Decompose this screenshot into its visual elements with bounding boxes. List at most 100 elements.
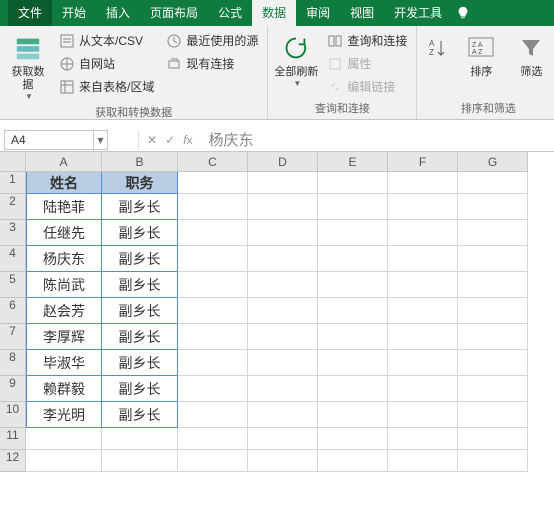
cell[interactable]	[458, 376, 528, 402]
cell[interactable]	[388, 350, 458, 376]
cell[interactable]	[458, 172, 528, 194]
cell[interactable]	[178, 376, 248, 402]
cell[interactable]	[178, 428, 248, 450]
sort-asc-button[interactable]: AZ	[423, 30, 453, 64]
cell[interactable]	[388, 376, 458, 402]
cell[interactable]	[26, 450, 102, 472]
cell[interactable]	[248, 194, 318, 220]
cell[interactable]	[26, 428, 102, 450]
cell[interactable]: 赵会芳	[26, 298, 102, 324]
row-header[interactable]: 12	[0, 450, 26, 472]
cell[interactable]: 副乡长	[102, 350, 178, 376]
col-header-G[interactable]: G	[458, 152, 528, 172]
enter-formula-icon[interactable]: ✓	[165, 133, 175, 147]
cell[interactable]	[388, 220, 458, 246]
cell[interactable]	[388, 402, 458, 428]
cell[interactable]	[248, 172, 318, 194]
cell[interactable]: 陆艳菲	[26, 194, 102, 220]
name-box-dropdown[interactable]: ▾	[94, 130, 108, 150]
row-header[interactable]: 2	[0, 194, 26, 220]
row-header[interactable]: 5	[0, 272, 26, 298]
cell[interactable]: 任继先	[26, 220, 102, 246]
cell[interactable]	[248, 272, 318, 298]
cell[interactable]	[318, 272, 388, 298]
cell[interactable]	[178, 220, 248, 246]
cell[interactable]	[318, 220, 388, 246]
row-header[interactable]: 7	[0, 324, 26, 350]
row-header[interactable]: 4	[0, 246, 26, 272]
tab-view[interactable]: 视图	[340, 0, 384, 26]
cell[interactable]	[178, 246, 248, 272]
cell[interactable]	[248, 220, 318, 246]
select-all-corner[interactable]	[0, 152, 26, 172]
cell[interactable]	[388, 450, 458, 472]
row-header[interactable]: 8	[0, 350, 26, 376]
col-header-C[interactable]: C	[178, 152, 248, 172]
cell[interactable]	[248, 428, 318, 450]
cell[interactable]: 毕淑华	[26, 350, 102, 376]
cell[interactable]	[178, 402, 248, 428]
row-header[interactable]: 9	[0, 376, 26, 402]
tab-file[interactable]: 文件	[8, 0, 52, 26]
row-header[interactable]: 11	[0, 428, 26, 450]
name-box[interactable]: A4	[4, 130, 94, 150]
cell[interactable]	[248, 402, 318, 428]
cell[interactable]	[318, 324, 388, 350]
col-header-E[interactable]: E	[318, 152, 388, 172]
formula-input[interactable]: 杨庆东	[200, 129, 554, 150]
tab-home[interactable]: 开始	[52, 0, 96, 26]
cell[interactable]	[178, 194, 248, 220]
cell[interactable]	[318, 350, 388, 376]
cell[interactable]: 副乡长	[102, 324, 178, 350]
tab-formulas[interactable]: 公式	[208, 0, 252, 26]
tab-dev[interactable]: 开发工具	[384, 0, 452, 26]
cell[interactable]	[318, 450, 388, 472]
queries-button[interactable]: 查询和连接	[324, 30, 410, 51]
cell[interactable]: 李厚辉	[26, 324, 102, 350]
cell[interactable]	[458, 428, 528, 450]
cell[interactable]	[318, 428, 388, 450]
cell[interactable]	[102, 428, 178, 450]
cell[interactable]	[318, 376, 388, 402]
recent-sources-button[interactable]: 最近使用的源	[163, 30, 261, 51]
cell[interactable]	[458, 324, 528, 350]
edit-links-button[interactable]: 编辑链接	[324, 76, 410, 97]
cell[interactable]	[318, 402, 388, 428]
cell[interactable]: 副乡长	[102, 272, 178, 298]
tab-insert[interactable]: 插入	[96, 0, 140, 26]
cell[interactable]	[178, 450, 248, 472]
tab-review[interactable]: 审阅	[296, 0, 340, 26]
cell[interactable]	[178, 324, 248, 350]
cell[interactable]: 姓名	[26, 172, 102, 194]
filter-button[interactable]: 筛选	[509, 30, 553, 79]
get-data-button[interactable]: 获取数 据 ▼	[6, 30, 50, 101]
tab-layout[interactable]: 页面布局	[140, 0, 208, 26]
cell[interactable]	[458, 246, 528, 272]
refresh-all-button[interactable]: 全部刷新 ▼	[274, 30, 318, 88]
row-header[interactable]: 1	[0, 172, 26, 194]
cell[interactable]	[248, 324, 318, 350]
cell[interactable]: 副乡长	[102, 402, 178, 428]
cell[interactable]: 副乡长	[102, 246, 178, 272]
tab-data[interactable]: 数据	[252, 0, 296, 26]
row-header[interactable]: 3	[0, 220, 26, 246]
row-header[interactable]: 6	[0, 298, 26, 324]
cell[interactable]	[388, 194, 458, 220]
col-header-D[interactable]: D	[248, 152, 318, 172]
cell[interactable]	[388, 324, 458, 350]
cell[interactable]	[458, 450, 528, 472]
spreadsheet-grid[interactable]: ABCDEFG 1姓名职务2陆艳菲副乡长3任继先副乡长4杨庆东副乡长5陈尚武副乡…	[0, 152, 554, 472]
cell[interactable]	[388, 272, 458, 298]
cell[interactable]	[388, 246, 458, 272]
properties-button[interactable]: 属性	[324, 53, 410, 74]
cell[interactable]	[248, 450, 318, 472]
from-web-button[interactable]: 自网站	[56, 53, 157, 74]
cell[interactable]	[318, 172, 388, 194]
cell[interactable]	[178, 350, 248, 376]
cell[interactable]: 杨庆东	[26, 246, 102, 272]
col-header-B[interactable]: B	[102, 152, 178, 172]
cell[interactable]	[388, 172, 458, 194]
col-header-F[interactable]: F	[388, 152, 458, 172]
cell[interactable]: 陈尚武	[26, 272, 102, 298]
cell[interactable]	[178, 272, 248, 298]
